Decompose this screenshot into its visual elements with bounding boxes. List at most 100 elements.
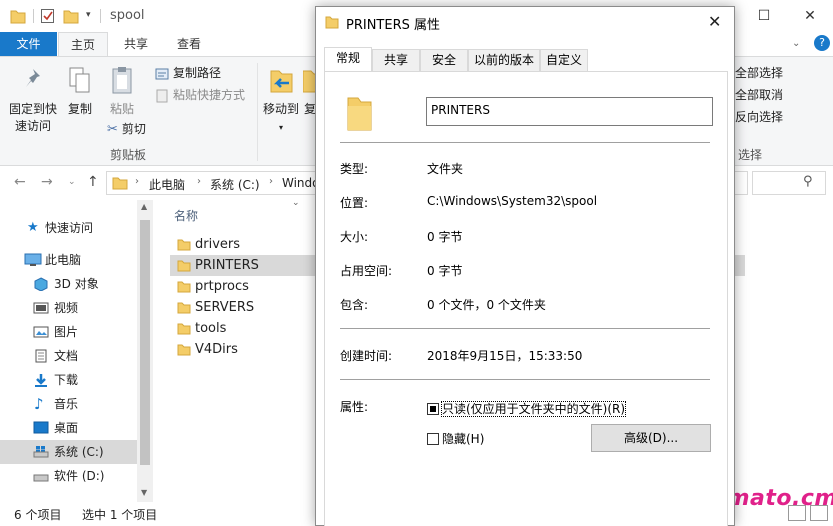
nav-item-pictures[interactable]: 图片 <box>0 320 137 344</box>
checkbox-indeterminate-icon <box>427 403 439 415</box>
nav-item-downloads[interactable]: 下载 <box>0 368 137 392</box>
list-item[interactable]: PRINTERS <box>170 255 326 276</box>
folder-icon <box>177 344 191 356</box>
cube-3d-icon <box>34 277 48 291</box>
music-note-icon: ♪ <box>34 395 44 413</box>
size-label: 大小: <box>340 230 369 244</box>
window-title: spool <box>110 8 145 23</box>
pin-quick-access-button[interactable]: 固定到快速访问 <box>6 65 60 135</box>
size-on-disk-label: 占用空间: <box>340 264 393 278</box>
paste-button[interactable]: 粘贴 <box>106 65 138 118</box>
pin-label: 固定到快速访问 <box>8 102 57 133</box>
copy-button[interactable]: 复制 <box>64 65 96 118</box>
move-to-button[interactable]: 移动到 ▾ <box>261 65 301 136</box>
readonly-checkbox[interactable]: 只读(仅应用于文件夹中的文件)(R) <box>427 400 627 417</box>
file-name: PRINTERS <box>195 258 259 273</box>
recent-dropdown-icon[interactable]: ⌄ <box>68 177 76 187</box>
list-item[interactable]: SERVERS <box>170 297 330 318</box>
nav-item-software-d[interactable]: 软件 (D:) <box>0 464 137 488</box>
divider <box>340 379 710 380</box>
nav-item-this-pc[interactable]: 此电脑 <box>0 248 137 272</box>
copy-path-button[interactable]: 复制路径 <box>155 63 221 83</box>
back-arrow-icon[interactable]: ← <box>14 174 26 190</box>
tab-share[interactable]: 共享 <box>112 32 160 56</box>
tab-customize[interactable]: 自定义 <box>540 49 588 71</box>
forward-arrow-icon[interactable]: → <box>41 174 53 190</box>
invert-selection-button[interactable]: 反向选择 <box>735 107 783 127</box>
nav-item-quick-access[interactable]: ★ 快速访问 <box>0 216 137 240</box>
nav-scrollbar[interactable]: ▲ ▼ <box>137 200 153 502</box>
help-icon[interactable]: ? <box>814 35 830 51</box>
contains-value: 0 个文件，0 个文件夹 <box>427 298 546 312</box>
file-name: drivers <box>195 237 241 252</box>
nav-item-3d-objects[interactable]: 3D 对象 <box>0 272 137 296</box>
scissors-icon: ✂ <box>107 121 118 137</box>
scroll-up-icon[interactable]: ▲ <box>141 202 147 211</box>
paste-shortcut-label: 粘贴快捷方式 <box>173 88 246 102</box>
list-item[interactable]: prtprocs <box>170 276 330 297</box>
tab-previous-versions[interactable]: 以前的版本 <box>468 49 540 71</box>
crumb-this-pc[interactable]: 此电脑 <box>149 176 185 193</box>
maximize-icon[interactable]: ☐ <box>741 0 787 32</box>
search-input[interactable]: ⚲ <box>752 171 826 195</box>
hidden-checkbox[interactable]: 隐藏(H) <box>427 430 484 447</box>
dropdown-icon: ▾ <box>278 123 283 132</box>
document-icon <box>35 349 47 363</box>
crumb-system-c[interactable]: 系统 (C:) <box>210 176 260 193</box>
select-none-button[interactable]: 全部取消 <box>735 85 783 105</box>
attributes-label: 属性: <box>340 400 369 414</box>
clipboard-group-label: 剪贴板 <box>110 148 147 162</box>
column-header-name[interactable]: 名称 <box>174 207 198 224</box>
readonly-label: 只读(仅应用于文件夹中的文件)(R) <box>440 401 627 417</box>
copy-path-icon <box>155 68 169 79</box>
nav-label: 系统 (C:) <box>54 445 104 459</box>
up-arrow-icon[interactable]: ↑ <box>87 174 99 190</box>
nav-label: 桌面 <box>54 421 79 435</box>
list-item[interactable]: drivers <box>170 234 330 255</box>
dialog-title: PRINTERS 属性 <box>346 18 441 33</box>
desktop-icon <box>33 421 49 434</box>
nav-label: 文档 <box>54 349 79 363</box>
tab-file[interactable]: 文件 <box>0 32 57 56</box>
tab-home[interactable]: 主页 <box>58 32 108 57</box>
status-item-count: 6 个项目 <box>14 508 62 522</box>
general-panel: PRINTERS 类型: 文件夹 位置: C:\Windows\System32… <box>324 71 728 526</box>
properties-icon[interactable] <box>40 7 56 25</box>
move-to-icon <box>270 70 293 93</box>
type-label: 类型: <box>340 162 369 176</box>
nav-label: 下载 <box>54 373 79 387</box>
close-icon[interactable]: ✕ <box>787 0 833 32</box>
tab-security[interactable]: 安全 <box>420 49 468 71</box>
list-item[interactable]: tools <box>170 318 330 339</box>
file-name: prtprocs <box>195 279 249 294</box>
computer-icon <box>24 253 42 266</box>
tab-general[interactable]: 常规 <box>324 47 372 72</box>
folder-icon <box>177 281 191 293</box>
crumb-windows[interactable]: Windo <box>282 176 320 190</box>
tab-view[interactable]: 查看 <box>164 32 214 56</box>
nav-scroll-thumb[interactable] <box>140 220 150 465</box>
nav-item-videos[interactable]: 视频 <box>0 296 137 320</box>
expand-ribbon-icon[interactable]: ⌄ <box>792 38 800 49</box>
nav-item-music[interactable]: ♪ 音乐 <box>0 392 137 416</box>
nav-item-documents[interactable]: 文档 <box>0 344 137 368</box>
list-item[interactable]: V4Dirs <box>170 339 330 360</box>
crumb-separator-icon: › <box>135 176 139 187</box>
file-name: V4Dirs <box>195 342 238 357</box>
select-all-button[interactable]: 全部选择 <box>735 63 783 83</box>
picture-icon <box>33 326 49 338</box>
cut-button[interactable]: ✂ 剪切 <box>107 119 146 139</box>
tab-sharing[interactable]: 共享 <box>372 49 420 71</box>
location-label: 位置: <box>340 196 369 210</box>
created-label: 创建时间: <box>340 349 393 363</box>
advanced-button[interactable]: 高级(D)... <box>591 424 711 452</box>
qat-dropdown-icon[interactable]: ▾ <box>86 10 91 28</box>
paste-shortcut-button[interactable]: 粘贴快捷方式 <box>155 85 245 105</box>
folder-name-input[interactable]: PRINTERS <box>426 97 713 126</box>
close-icon[interactable]: ✕ <box>708 12 721 31</box>
new-folder-icon[interactable] <box>63 7 79 25</box>
nav-item-system-c[interactable]: 系统 (C:) <box>0 440 137 464</box>
size-value: 0 字节 <box>427 230 463 244</box>
scroll-down-icon[interactable]: ▼ <box>141 488 147 497</box>
nav-item-desktop[interactable]: 桌面 <box>0 416 137 440</box>
